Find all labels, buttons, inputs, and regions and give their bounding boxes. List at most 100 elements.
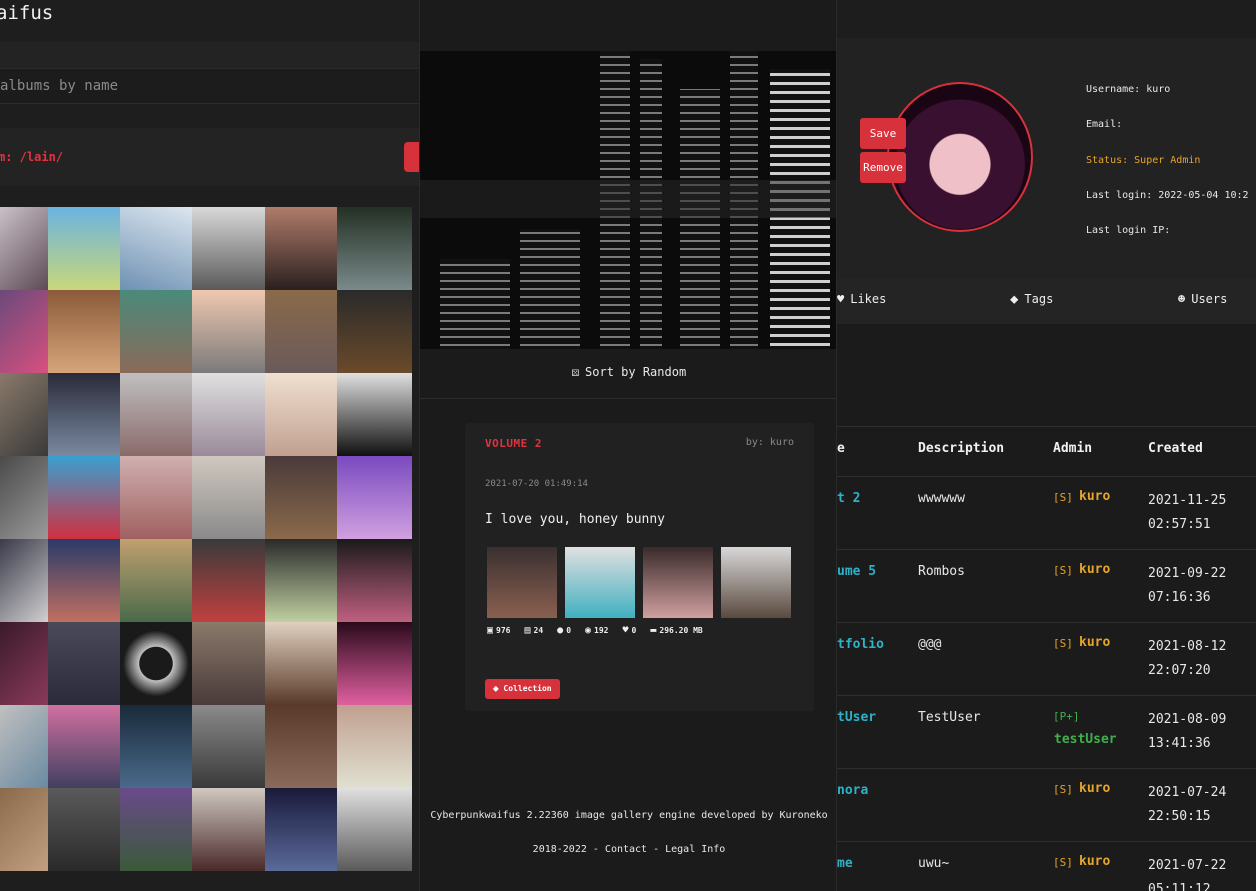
mosaic-thumb[interactable] bbox=[337, 290, 412, 373]
col-header-description[interactable]: Description bbox=[918, 441, 1004, 456]
mosaic-thumb[interactable] bbox=[265, 290, 337, 373]
album-thumbnails bbox=[487, 547, 791, 618]
col-header-created[interactable]: Created bbox=[1148, 441, 1203, 456]
stat-videos: ▤ 24 bbox=[524, 625, 544, 636]
mosaic-thumb[interactable] bbox=[120, 539, 192, 622]
mosaic-thumb[interactable] bbox=[192, 373, 265, 456]
mosaic-thumb[interactable] bbox=[265, 373, 337, 456]
save-button[interactable]: Save bbox=[860, 118, 906, 149]
mosaic-thumb[interactable] bbox=[192, 539, 265, 622]
mosaic-thumb[interactable] bbox=[337, 456, 412, 539]
mosaic-thumb[interactable] bbox=[192, 788, 265, 871]
mosaic-thumb[interactable] bbox=[0, 207, 48, 290]
album-volume-title[interactable]: VOLUME 2 bbox=[485, 437, 542, 450]
users-icon: ☻ bbox=[1178, 292, 1186, 306]
col-header-admin[interactable]: Admin bbox=[1053, 441, 1092, 456]
album-thumb[interactable] bbox=[565, 547, 635, 618]
mosaic-thumb[interactable] bbox=[265, 622, 337, 705]
admin-topbar bbox=[837, 0, 1256, 38]
mosaic-thumb[interactable] bbox=[120, 290, 192, 373]
mosaic-thumb[interactable] bbox=[120, 788, 192, 871]
image-mosaic bbox=[0, 207, 412, 872]
status-info: Status: Super Admin bbox=[1086, 155, 1201, 166]
hdd-icon: ▬ bbox=[650, 625, 657, 636]
mosaic-thumb[interactable] bbox=[0, 622, 48, 705]
mosaic-thumb[interactable] bbox=[48, 622, 120, 705]
table-row[interactable]: nora [S] kuro 2021-07-24 22:50:15 bbox=[837, 768, 1256, 841]
mosaic-thumb[interactable] bbox=[48, 290, 120, 373]
album-search-input[interactable]: albums by name bbox=[0, 68, 420, 104]
mosaic-thumb[interactable] bbox=[0, 373, 48, 456]
mosaic-thumb[interactable] bbox=[48, 705, 120, 788]
table-row[interactable]: tUser TestUser [P+] testUser 2021-08-09 1… bbox=[837, 695, 1256, 768]
film-icon: ▤ bbox=[524, 625, 531, 636]
table-row[interactable]: ume 5 Rombos [S] kuro 2021-09-22 07:16:36 bbox=[837, 549, 1256, 622]
stat-likes: ♥ 0 bbox=[622, 625, 637, 636]
mosaic-thumb[interactable] bbox=[120, 373, 192, 456]
dice-icon: ⚄ bbox=[571, 365, 580, 379]
mosaic-thumb[interactable] bbox=[337, 207, 412, 290]
mosaic-thumb[interactable] bbox=[120, 622, 192, 705]
stat-views: ◉ 192 bbox=[585, 625, 609, 636]
mosaic-thumb[interactable] bbox=[120, 705, 192, 788]
albums-table bbox=[837, 426, 1256, 427]
mosaic-thumb[interactable] bbox=[48, 373, 120, 456]
album-author: by: kuro bbox=[745, 437, 794, 448]
mosaic-thumb[interactable] bbox=[48, 788, 120, 871]
mosaic-thumb[interactable] bbox=[337, 705, 412, 788]
left-panel: aifus albums by name m: /lain/ bbox=[0, 0, 420, 891]
mosaic-thumb[interactable] bbox=[120, 456, 192, 539]
mosaic-thumb[interactable] bbox=[192, 456, 265, 539]
table-row[interactable]: me uwu~ [S] kuro 2021-07-22 05:11:12 bbox=[837, 841, 1256, 891]
nav-tags[interactable]: ⬥ Tags bbox=[1010, 292, 1053, 307]
tags-icon: ⬥ bbox=[1010, 292, 1019, 306]
remove-button[interactable]: Remove bbox=[860, 152, 906, 183]
mosaic-thumb[interactable] bbox=[337, 622, 412, 705]
heart-icon: ♥ bbox=[622, 625, 629, 636]
mosaic-thumb[interactable] bbox=[265, 788, 337, 871]
nav-users[interactable]: ☻ Users bbox=[1178, 292, 1227, 306]
mosaic-thumb[interactable] bbox=[48, 539, 120, 622]
mosaic-thumb[interactable] bbox=[48, 207, 120, 290]
album-date: 2021-07-20 01:49:14 bbox=[485, 479, 588, 489]
mosaic-thumb[interactable] bbox=[192, 622, 265, 705]
mosaic-thumb[interactable] bbox=[0, 705, 48, 788]
tag-icon: ⬥ bbox=[493, 684, 504, 693]
album-card[interactable]: VOLUME 2 by: kuro 2021-07-20 01:49:14 I … bbox=[465, 423, 814, 711]
mosaic-thumb[interactable] bbox=[265, 456, 337, 539]
mosaic-thumb[interactable] bbox=[120, 207, 192, 290]
mosaic-thumb[interactable] bbox=[265, 539, 337, 622]
table-row[interactable]: tfolio @@@ [S] kuro 2021-08-12 22:07:20 bbox=[837, 622, 1256, 695]
album-thumb[interactable] bbox=[643, 547, 713, 618]
mosaic-thumb[interactable] bbox=[265, 705, 337, 788]
mosaic-thumb[interactable] bbox=[192, 705, 265, 788]
col-header-name[interactable]: e bbox=[837, 441, 845, 456]
album-cover-image bbox=[420, 51, 836, 349]
mosaic-thumb[interactable] bbox=[337, 539, 412, 622]
table-row[interactable]: t 2 wwwwww [S] kuro 2021-11-25 02:57:51 bbox=[837, 476, 1256, 549]
mosaic-thumb[interactable] bbox=[337, 788, 412, 871]
mosaic-thumb[interactable] bbox=[265, 207, 337, 290]
mosaic-thumb[interactable] bbox=[0, 539, 48, 622]
tag-collection[interactable]: ⬥ Collection bbox=[485, 679, 560, 699]
like-tab-button[interactable] bbox=[404, 142, 420, 172]
mosaic-thumb[interactable] bbox=[337, 373, 412, 456]
mosaic-thumb[interactable] bbox=[192, 207, 265, 290]
mosaic-thumb[interactable] bbox=[0, 290, 48, 373]
album-description: I love you, honey bunny bbox=[485, 512, 666, 527]
header-band bbox=[0, 42, 420, 68]
mosaic-thumb[interactable] bbox=[192, 290, 265, 373]
image-icon: ▣ bbox=[487, 625, 494, 636]
avatar[interactable] bbox=[887, 82, 1033, 232]
mosaic-thumb[interactable] bbox=[0, 788, 48, 871]
mosaic-thumb[interactable] bbox=[0, 456, 48, 539]
mosaic-thumb[interactable] bbox=[48, 456, 120, 539]
sort-random-button[interactable]: ⚄ Sort by Random bbox=[420, 349, 836, 399]
album-path: m: /lain/ bbox=[0, 150, 64, 164]
comments-icon: ● bbox=[557, 625, 564, 636]
nav-likes[interactable]: ♥ Likes bbox=[837, 292, 886, 306]
footer-links[interactable]: 2018-2022 - Contact - Legal Info bbox=[420, 844, 836, 855]
album-thumb[interactable] bbox=[487, 547, 557, 618]
album-thumb[interactable] bbox=[721, 547, 791, 618]
album-stats: ▣ 976 ▤ 24 ● 0 ◉ 192 ♥ 0 ▬ 296.20 MB bbox=[487, 625, 703, 636]
